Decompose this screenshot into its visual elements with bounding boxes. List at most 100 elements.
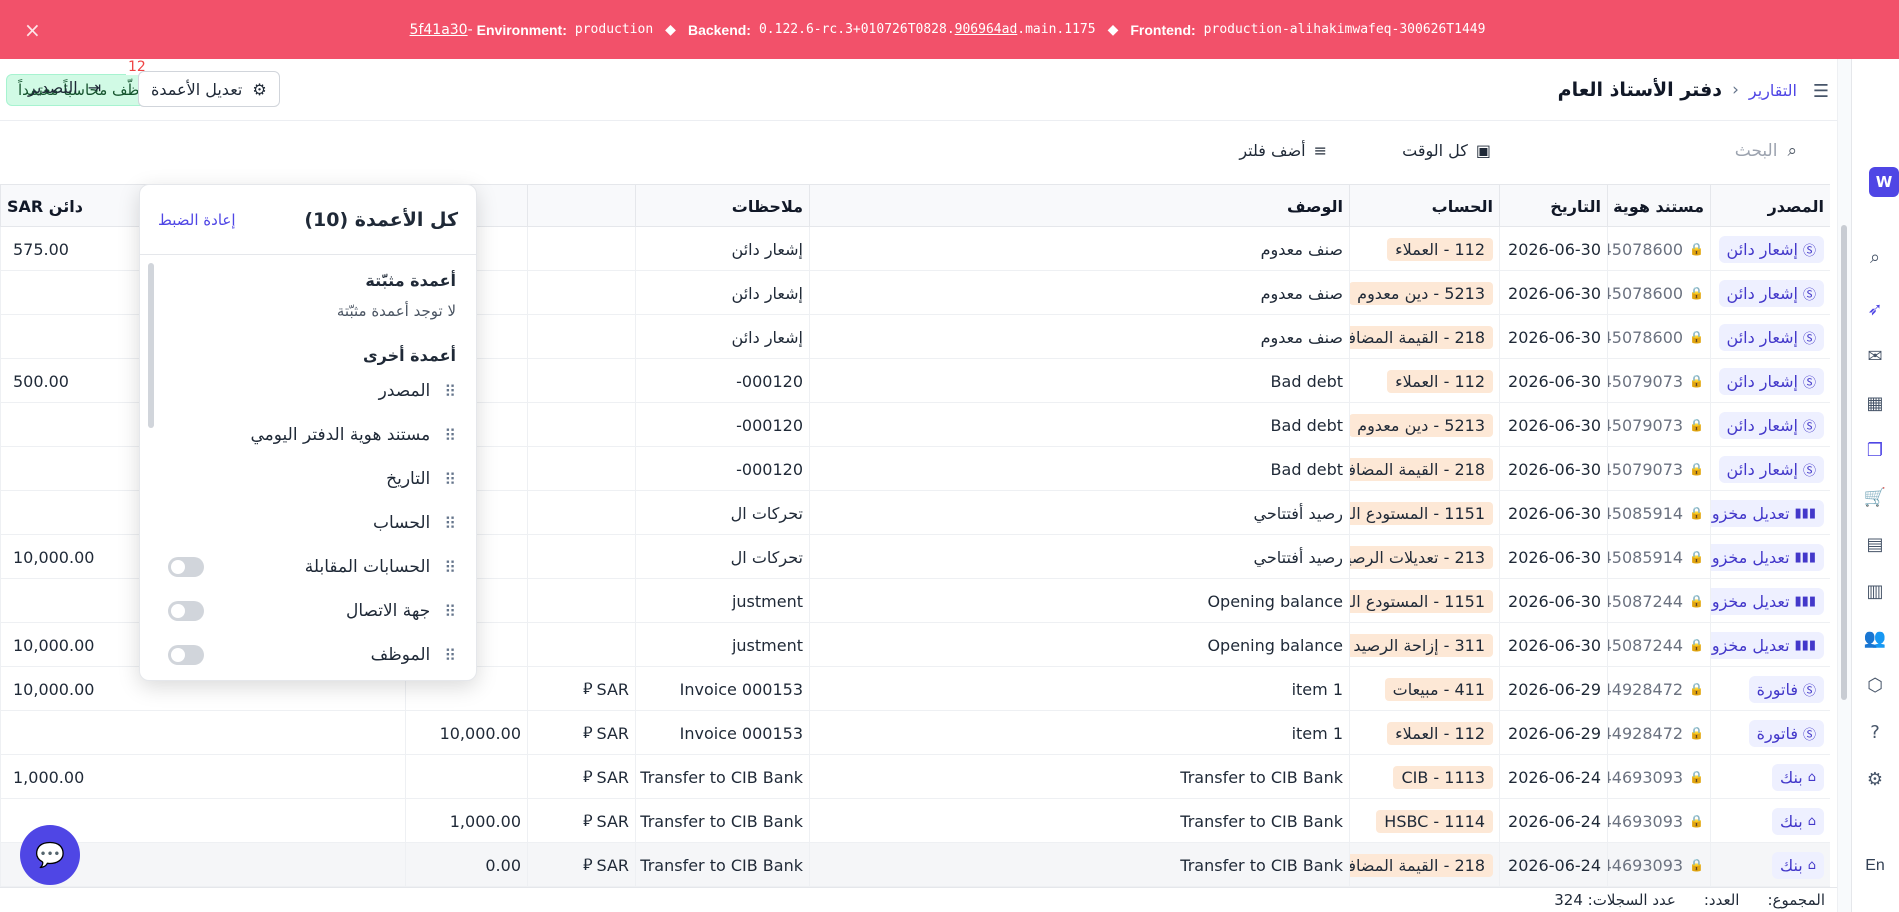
account-tag[interactable]: 5213 - دين معدوم	[1350, 413, 1493, 437]
source-link[interactable]: Ⓢ إشعار دائن	[1718, 411, 1824, 439]
search-icon[interactable]: ⌕	[1863, 245, 1887, 269]
source-link[interactable]: ⌂ بنك	[1771, 763, 1824, 791]
journal-id-cell[interactable]: 🔒 44928472	[1607, 711, 1710, 755]
account-tag[interactable]: 411 - مبيعات	[1384, 677, 1493, 701]
journal-id-cell[interactable]: 🔒 45087244	[1607, 623, 1710, 667]
journal-id-cell[interactable]: 🔒 45087244	[1607, 579, 1710, 623]
search-input[interactable]: ⌕ البحث	[1687, 141, 1797, 161]
documents-icon[interactable]: ❐	[1863, 438, 1887, 462]
account-tag[interactable]: 311 - إزاحة الرصيد الافتتاحي	[1350, 633, 1493, 657]
column-visibility-toggle[interactable]	[168, 601, 204, 621]
journal-id-cell[interactable]: 🔒 45079073	[1607, 447, 1710, 491]
journal-id-cell[interactable]: 🔒 44928472	[1607, 667, 1710, 711]
account-tag[interactable]: 213 - تعديلات الرصيد الافتتاحي	[1350, 545, 1493, 569]
contacts-icon[interactable]: 👥	[1863, 626, 1887, 650]
journal-id-cell[interactable]: 🔒 44693093	[1607, 755, 1710, 799]
account-tag[interactable]: CIB - 1113	[1393, 765, 1493, 789]
table-row[interactable]: ⌂ بنك 🔒 44693093 2026-06-24 218 - القيمة المض…	[0, 843, 1830, 887]
column-option[interactable]: ⠿ جهة الاتصال	[140, 589, 476, 633]
source-link[interactable]: ▮▮▮تعديل مخزون	[1711, 543, 1824, 571]
source-link[interactable]: Ⓢ إشعار دائن	[1718, 367, 1824, 395]
products-icon[interactable]: ⬡	[1863, 673, 1887, 697]
drag-handle-icon[interactable]: ⠿	[444, 602, 456, 621]
journal-id-cell[interactable]: 🔒 45079073	[1607, 359, 1710, 403]
source-link[interactable]: ▮▮▮تعديل مخزون	[1711, 631, 1824, 659]
cart-icon[interactable]: 🛒	[1863, 485, 1887, 509]
journal-id-cell[interactable]: 🔒 45085914	[1607, 535, 1710, 579]
account-tag[interactable]: 112 - العملاء	[1387, 369, 1493, 393]
edit-columns-button[interactable]: ⚙ تعديل الأعمدة	[138, 71, 280, 107]
account-tag[interactable]: 112 - العملاء	[1387, 721, 1493, 745]
column-header[interactable]: الوصف	[809, 185, 1349, 228]
column-header[interactable]	[527, 185, 635, 228]
column-option[interactable]: ⠿ الحساب	[140, 501, 476, 545]
source-link[interactable]: Ⓢ إشعار دائن	[1718, 323, 1824, 351]
column-visibility-toggle[interactable]	[168, 557, 204, 577]
journal-id-cell[interactable]: 🔒 45078600	[1607, 227, 1710, 271]
settings-icon[interactable]: ⚙	[1863, 767, 1887, 791]
drag-handle-icon[interactable]: ⠿	[444, 646, 456, 665]
account-tag[interactable]: 218 - القيمة المضافة	[1350, 325, 1493, 349]
column-header[interactable]: الحساب	[1349, 185, 1499, 228]
source-link[interactable]: Ⓢ إشعار دائن	[1718, 279, 1824, 307]
drag-handle-icon[interactable]: ⠿	[444, 382, 456, 401]
journal-id-cell[interactable]: 🔒 44693093	[1607, 843, 1710, 887]
source-link[interactable]: ⌂ بنك	[1771, 807, 1824, 835]
rocket-icon[interactable]: ➶	[1863, 297, 1887, 321]
drag-handle-icon[interactable]: ⠿	[444, 470, 456, 489]
source-link[interactable]: ⌂ بنك	[1771, 851, 1824, 879]
column-header[interactable]: مستند هوية ا...	[1607, 185, 1710, 228]
drag-handle-icon[interactable]: ⠿	[444, 426, 456, 445]
account-tag[interactable]: 112 - العملاء	[1387, 237, 1493, 261]
reports-icon[interactable]: ▥	[1863, 579, 1887, 603]
source-link[interactable]: ▮▮▮تعديل مخزون	[1711, 587, 1824, 615]
column-option[interactable]: ⠿ التاريخ	[140, 457, 476, 501]
help-icon[interactable]: ?	[1863, 720, 1887, 744]
journal-id-cell[interactable]: 🔒 45078600	[1607, 315, 1710, 359]
column-option[interactable]: ⠿ الموظف	[140, 633, 476, 677]
source-link[interactable]: Ⓢ فاتورة	[1748, 675, 1824, 703]
source-link[interactable]: Ⓢ إشعار دائن	[1718, 455, 1824, 483]
table-row[interactable]: Ⓢ فاتورة 🔒 44928472 2026-06-29 112 - العملاء i…	[0, 711, 1830, 755]
column-header[interactable]: المصدر	[1710, 185, 1830, 228]
collapse-menu-icon[interactable]: ☰	[1813, 81, 1829, 102]
column-option[interactable]: ⠿ مستند هوية الدفتر اليومي	[140, 413, 476, 457]
journal-id-cell[interactable]: 🔒 45078600	[1607, 271, 1710, 315]
source-link[interactable]: ▮▮▮تعديل مخزون	[1711, 499, 1824, 527]
source-link[interactable]: Ⓢ فاتورة	[1748, 719, 1824, 747]
dashboard-icon[interactable]: ▦	[1863, 391, 1887, 415]
table-row[interactable]: ⌂ بنك 🔒 44693093 2026-06-24 HSBC - 1114 Transf…	[0, 799, 1830, 843]
breadcrumb-reports-link[interactable]: التقارير	[1749, 81, 1797, 100]
account-tag[interactable]: 218 - القيمة المضافة	[1350, 853, 1493, 877]
account-tag[interactable]: 218 - القيمة المضافة	[1350, 457, 1493, 481]
column-header[interactable]: ملاحظات	[635, 185, 809, 228]
column-option[interactable]: ⠿ الحسابات المقابلة	[140, 545, 476, 589]
column-visibility-toggle[interactable]	[168, 645, 204, 665]
add-filter-button[interactable]: ≡ أضف فلتر	[1239, 141, 1327, 160]
source-link[interactable]: Ⓢ إشعار دائن	[1718, 235, 1824, 263]
invoice-icon[interactable]: ▤	[1863, 532, 1887, 556]
close-icon[interactable]: ×	[24, 18, 41, 42]
app-logo-icon[interactable]: W	[1869, 167, 1899, 197]
journal-id-cell[interactable]: 🔒 44693093	[1607, 799, 1710, 843]
column-option[interactable]: ⠿ المصدر	[140, 369, 476, 413]
drag-handle-icon[interactable]: ⠿	[444, 514, 456, 533]
journal-id-cell[interactable]: 🔒 45085914	[1607, 491, 1710, 535]
export-button[interactable]: ⇥ التصدير	[28, 78, 101, 97]
page-scrollbar-thumb[interactable]	[1841, 225, 1847, 700]
journal-id-cell[interactable]: 🔒 45079073	[1607, 403, 1710, 447]
table-row[interactable]: ⌂ بنك 🔒 44693093 2026-06-24 CIB - 1113 Transfe…	[0, 755, 1830, 799]
drag-handle-icon[interactable]: ⠿	[444, 558, 456, 577]
reset-columns-button[interactable]: إعادة الضبط	[158, 211, 236, 229]
account-tag[interactable]: 5213 - دين معدوم	[1350, 281, 1493, 305]
chat-support-button[interactable]: 💬	[20, 825, 80, 885]
account-tag[interactable]: 1151 - المستودع الرئيسي	[1350, 501, 1493, 525]
account-tag[interactable]: 1151 - المستودع الرئيسي	[1350, 589, 1493, 613]
time-filter-button[interactable]: ▣ كل الوقت	[1402, 141, 1491, 160]
language-switch[interactable]: En	[1863, 854, 1887, 878]
column-header[interactable]: التاريخ	[1499, 185, 1607, 228]
backend-hash-link[interactable]: 906964ad	[955, 22, 1018, 37]
account-tag[interactable]: HSBC - 1114	[1376, 809, 1493, 833]
inbox-icon[interactable]: ✉	[1863, 344, 1887, 368]
commit-hash-link[interactable]: 5f41a30	[410, 22, 468, 38]
